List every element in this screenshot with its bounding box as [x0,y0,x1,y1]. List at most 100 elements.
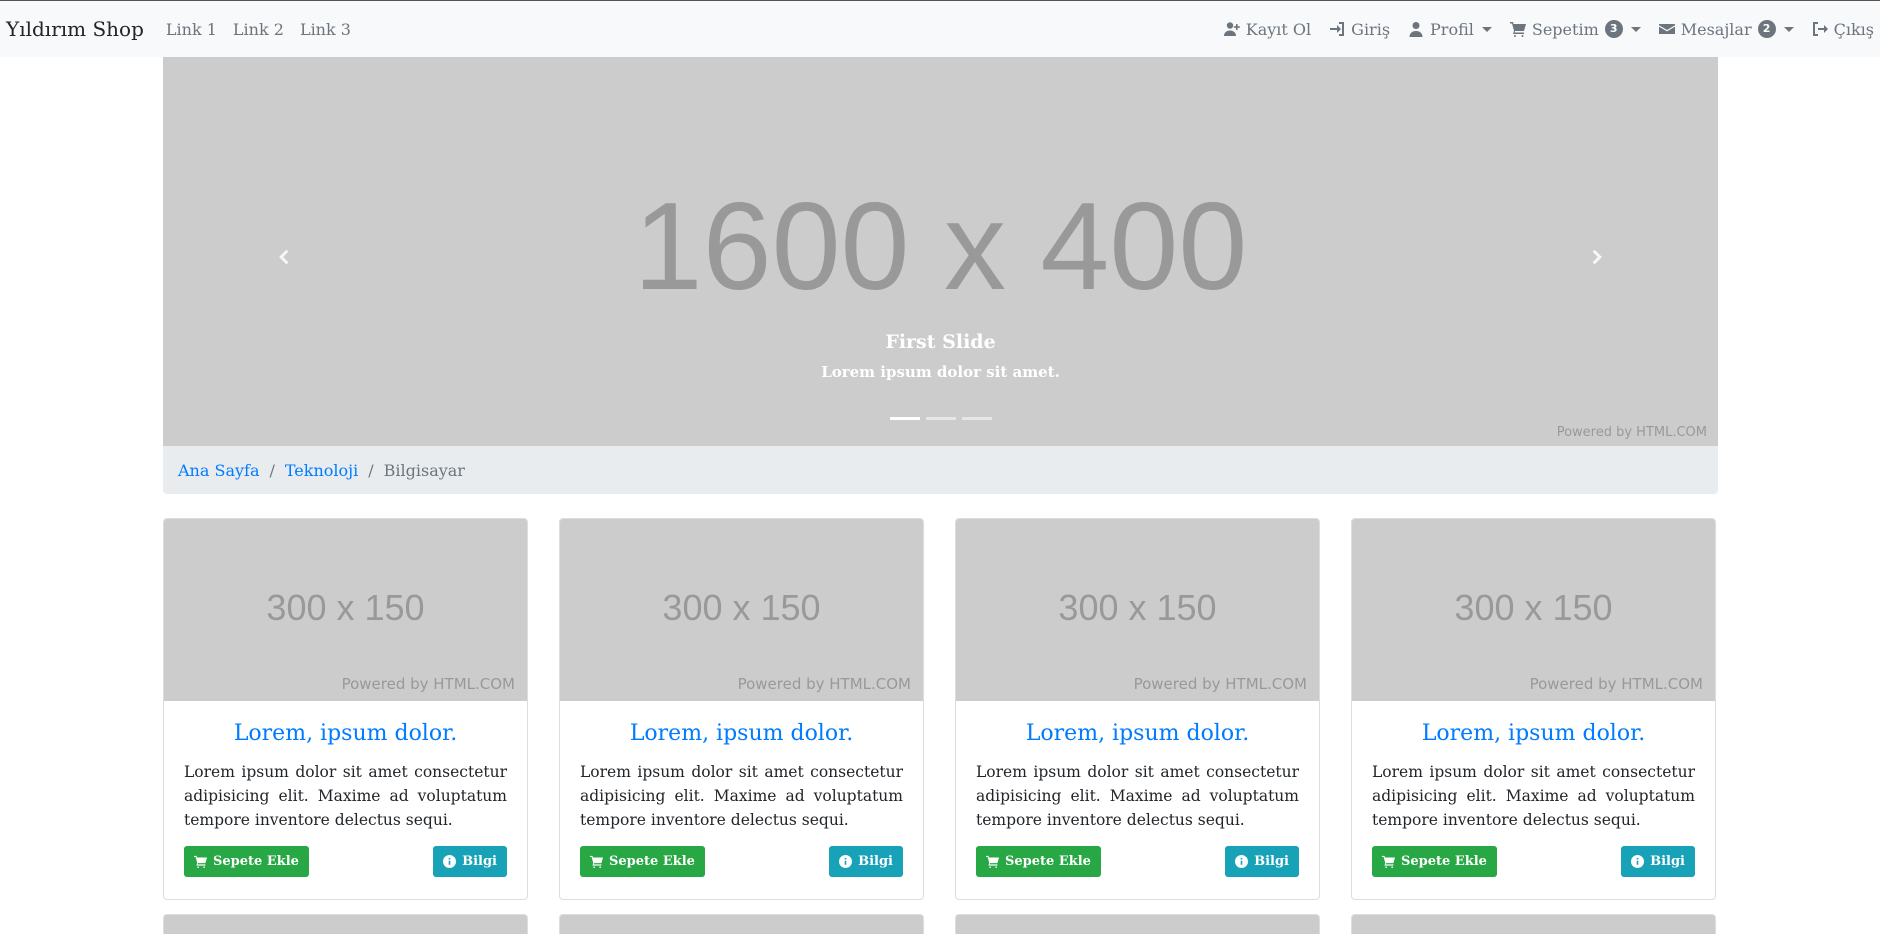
messages-count-badge: 2 [1757,20,1776,38]
info-button[interactable]: Bilgi [829,846,903,877]
carousel-indicator-1[interactable] [889,417,920,420]
profile-dropdown[interactable]: Profil [1408,20,1492,39]
product-image[interactable]: 300 x 150 Powered by HTML.COM [1352,519,1715,701]
cart-dropdown[interactable]: Sepetim 3 [1509,19,1641,39]
info-button[interactable]: Bilgi [1621,846,1695,877]
breadcrumb-separator: / [368,460,374,480]
messages-dropdown[interactable]: Mesajlar 2 [1658,19,1794,39]
messages-label: Mesajlar [1680,19,1752,39]
login-label: Giriş [1351,19,1391,39]
powered-by-watermark: Powered by HTML.COM [1133,675,1307,693]
info-circle-icon [839,855,853,868]
carousel-next-button[interactable] [1568,232,1628,282]
product-card: 300 x 150 Powered by HTML.COM Lorem, ips… [1351,518,1716,900]
info-button[interactable]: Bilgi [1225,846,1299,877]
brand-logo[interactable]: Yıldırım Shop [6,17,144,41]
slide-placeholder-text: 1600 x 400 [633,178,1248,316]
product-card-body: Lorem, ipsum dolor. Lorem ipsum dolor si… [560,701,923,897]
envelope-icon [1658,24,1675,34]
add-to-cart-button[interactable]: Sepete Ekle [976,846,1101,877]
breadcrumb-current: Bilgisayar [383,460,465,480]
product-card: 300 x 150 Powered by HTML.COM Lorem, ips… [559,518,924,900]
nav-links: Link 1 Link 2 Link 3 [166,20,351,39]
sign-in-icon [1330,22,1345,36]
product-card: 300 x 150 Powered by HTML.COM Lorem, ips… [163,518,528,900]
shopping-cart-icon [1382,855,1395,868]
nav-link-1[interactable]: Link 1 [166,20,217,39]
product-title[interactable]: Lorem, ipsum dolor. [580,721,903,746]
info-circle-icon [443,855,457,868]
product-description: Lorem ipsum dolor sit amet consectetur a… [184,763,507,829]
user-icon [1409,22,1423,37]
product-actions: Sepete Ekle Bilgi [184,846,507,877]
add-to-cart-label: Sepete Ekle [1401,854,1487,869]
product-image-placeholder: 300 x 150 [662,587,821,628]
carousel-indicator-2[interactable] [925,417,956,420]
logout-link[interactable]: Çıkış [1812,20,1874,39]
register-label: Kayıt Ol [1245,19,1312,39]
product-card-body: Lorem, ipsum dolor. Lorem ipsum dolor si… [1352,701,1715,897]
breadcrumb-home[interactable]: Ana Sayfa [178,461,259,480]
product-image[interactable]: 300 x 150 Powered by HTML.COM [164,519,527,701]
login-link[interactable]: Giriş [1329,20,1390,39]
product-description: Lorem ipsum dolor sit amet consectetur a… [580,763,903,829]
chevron-down-icon [1783,26,1794,32]
user-plus-icon [1223,22,1240,36]
add-to-cart-button[interactable]: Sepete Ekle [1372,846,1497,877]
product-card-body: Lorem, ipsum dolor. Lorem ipsum dolor si… [164,701,527,897]
info-button[interactable]: Bilgi [433,846,507,877]
breadcrumb-technology[interactable]: Teknoloji [285,461,358,480]
carousel-prev-button[interactable] [253,232,313,282]
nav-link-2[interactable]: Link 2 [233,20,284,39]
powered-by-watermark: Powered by HTML.COM [1529,675,1703,693]
product-image-placeholder: 300 x 150 [1454,587,1613,628]
shopping-cart-icon [986,855,999,868]
add-to-cart-label: Sepete Ekle [609,854,695,869]
product-actions: Sepete Ekle Bilgi [976,846,1299,877]
product-card-partial[interactable] [955,914,1320,934]
product-title[interactable]: Lorem, ipsum dolor. [1372,721,1695,746]
product-card-partial[interactable] [1351,914,1716,934]
product-image[interactable]: 300 x 150 Powered by HTML.COM [956,519,1319,701]
product-actions: Sepete Ekle Bilgi [580,846,903,877]
product-title[interactable]: Lorem, ipsum dolor. [184,721,507,746]
shopping-cart-icon [1509,22,1526,37]
carousel-indicator-3[interactable] [961,417,992,420]
chevron-down-icon [1481,26,1492,32]
cart-count-badge: 3 [1604,20,1623,38]
register-link[interactable]: Kayıt Ol [1223,19,1312,39]
logout-label: Çıkış [1833,19,1874,39]
chevron-right-icon [1592,249,1602,265]
product-card-partial[interactable] [163,914,528,934]
info-label: Bilgi [1650,854,1685,869]
product-image-placeholder: 300 x 150 [266,587,425,628]
nav-link-3[interactable]: Link 3 [300,20,351,39]
product-grid-next-row [163,914,1718,934]
navbar: Yıldırım Shop Link 1 Link 2 Link 3 Kayıt… [0,1,1880,57]
powered-by-watermark: Powered by HTML.COM [1556,425,1707,440]
nav-user-menu: Kayıt Ol Giriş Profil Sepetim 3 Mesajlar… [1223,19,1874,39]
info-label: Bilgi [1254,854,1289,869]
breadcrumb: Ana Sayfa / Teknoloji / Bilgisayar [163,446,1718,494]
product-title[interactable]: Lorem, ipsum dolor. [976,721,1299,746]
info-label: Bilgi [858,854,893,869]
add-to-cart-button[interactable]: Sepete Ekle [184,846,309,877]
product-card-partial[interactable] [559,914,924,934]
slide-caption-title: First Slide [885,331,996,353]
slide-caption-text: Lorem ipsum dolor sit amet. [821,363,1060,381]
breadcrumb-separator: / [269,460,275,480]
product-image[interactable]: 300 x 150 Powered by HTML.COM [560,519,923,701]
product-card: 300 x 150 Powered by HTML.COM Lorem, ips… [955,518,1320,900]
powered-by-watermark: Powered by HTML.COM [341,675,515,693]
add-to-cart-button[interactable]: Sepete Ekle [580,846,705,877]
cart-label: Sepetim [1531,19,1599,39]
add-to-cart-label: Sepete Ekle [213,854,299,869]
product-image-placeholder: 300 x 150 [1058,587,1217,628]
product-grid: 300 x 150 Powered by HTML.COM Lorem, ips… [163,518,1718,900]
product-description: Lorem ipsum dolor sit amet consectetur a… [976,763,1299,829]
product-actions: Sepete Ekle Bilgi [1372,846,1695,877]
hero-carousel: 1600 x 400 First Slide Lorem ipsum dolor… [163,57,1718,446]
add-to-cart-label: Sepete Ekle [1005,854,1091,869]
product-card-body: Lorem, ipsum dolor. Lorem ipsum dolor si… [956,701,1319,897]
main-container: 1600 x 400 First Slide Lorem ipsum dolor… [163,57,1718,934]
